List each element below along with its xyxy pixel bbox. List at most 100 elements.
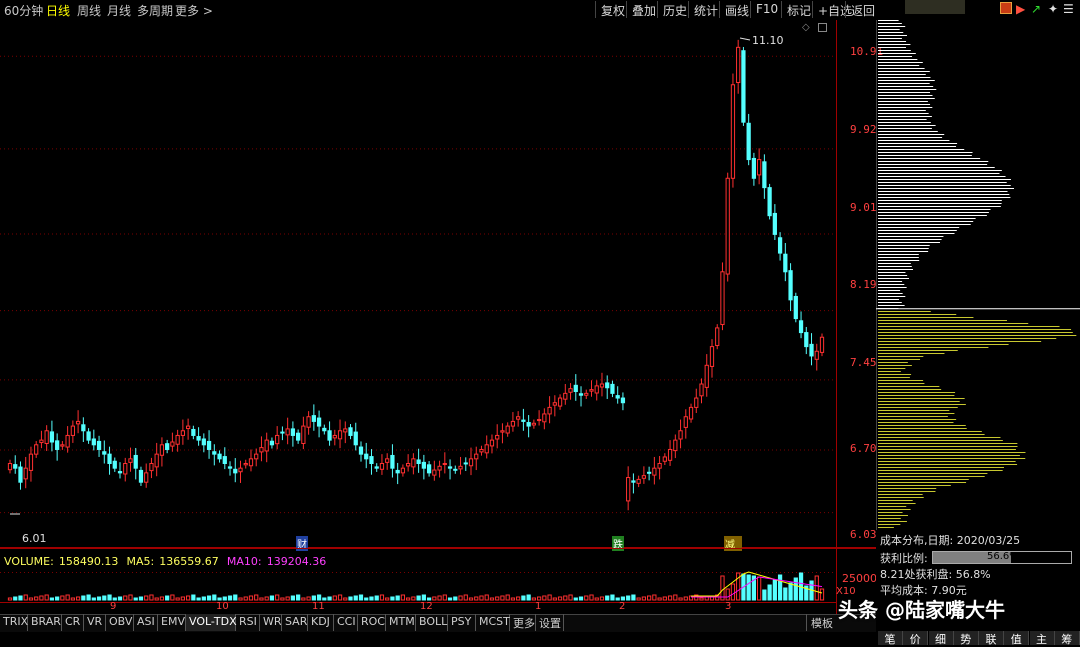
price-tick: 9.92 (850, 123, 877, 136)
volume-bar (657, 597, 662, 601)
volume-bar (280, 597, 285, 601)
candle-body (631, 480, 636, 483)
bottom-tab-detail[interactable]: 细 (928, 631, 954, 646)
candlestick-chart[interactable] (0, 20, 876, 548)
restore-rights-button[interactable]: 复权 (595, 1, 630, 18)
candlestick (248, 449, 254, 472)
diamond-icon[interactable]: ◇ (802, 22, 810, 33)
f10-button[interactable]: F10 (750, 1, 783, 18)
mark-button[interactable]: 标记 (781, 1, 816, 18)
bottom-tab-trades[interactable]: 笔 (878, 631, 903, 646)
bottom-tab-chips[interactable]: 筹 (1054, 631, 1080, 646)
volume-bar (426, 597, 432, 601)
candle-body (275, 434, 280, 445)
candlestick (337, 419, 343, 449)
candlestick (96, 435, 102, 457)
candlestick (411, 453, 416, 475)
volume-bar (652, 594, 657, 601)
indicator-tab-vr[interactable]: VR (84, 614, 106, 631)
indicator-tab-asi[interactable]: ASI (134, 614, 158, 631)
volume-bar (301, 597, 306, 601)
candlestick (222, 447, 227, 470)
bottom-tab-linked[interactable]: 联 (979, 631, 1004, 646)
candle-body (783, 253, 788, 273)
indicator-tab-cci[interactable]: CCI (334, 614, 358, 631)
indicator-tab-voltdx[interactable]: VOL-TDX (186, 614, 237, 631)
arrow-icon[interactable]: ↗ (1031, 2, 1041, 16)
period-more[interactable]: 更多 > (175, 2, 213, 19)
indicator-tab-trix[interactable]: TRIX (0, 614, 28, 631)
draw-line-button[interactable]: 画线 (719, 1, 754, 18)
indicator-tab-more[interactable]: 更多 (510, 614, 536, 631)
indicator-tab-mcst[interactable]: MCST (476, 614, 510, 631)
square-icon[interactable] (818, 23, 827, 32)
candlestick (55, 433, 60, 461)
volume-bar (479, 595, 484, 601)
candle-body (18, 466, 23, 483)
history-button[interactable]: 历史 (657, 1, 692, 18)
volume-bar (767, 584, 772, 601)
candlestick (175, 429, 180, 452)
indicator-tab-mtm[interactable]: MTM (386, 614, 416, 631)
volume-bar (416, 595, 421, 601)
volume-bar (206, 595, 212, 601)
period-monthly[interactable]: 月线 (107, 2, 131, 19)
bottom-tab-main[interactable]: 主 (1029, 631, 1055, 646)
period-multi[interactable]: 多周期 (137, 2, 173, 19)
indicator-tab-roc[interactable]: ROC (358, 614, 386, 631)
overlay-button[interactable]: 叠加 (626, 1, 661, 18)
candle-body (201, 438, 206, 446)
indicator-tab-wr[interactable]: WR (260, 614, 282, 631)
bottom-tab-trend[interactable]: 势 (953, 631, 979, 646)
indicator-tab-emv[interactable]: EMV (158, 614, 186, 631)
candlestick (285, 417, 290, 445)
candle-body (128, 458, 133, 463)
bottom-tab-price[interactable]: 价 (903, 631, 929, 646)
candlestick (374, 463, 379, 472)
candle-body (536, 419, 542, 422)
candle-body (589, 389, 594, 392)
indicator-tab-cr[interactable]: CR (62, 614, 84, 631)
volume-chart[interactable] (0, 548, 876, 614)
statistics-button[interactable]: 统计 (688, 1, 723, 18)
candlestick (720, 262, 725, 331)
bottom-tab-value[interactable]: 值 (1004, 631, 1030, 646)
candlestick (489, 434, 495, 454)
candlestick (44, 425, 49, 451)
candle-body (316, 417, 322, 427)
play-icon[interactable]: ▶ (1016, 2, 1025, 16)
candle-body (191, 428, 196, 436)
candle-body (7, 463, 13, 471)
candle-body (238, 467, 243, 473)
candlestick (117, 462, 123, 479)
period-weekly[interactable]: 周线 (77, 2, 101, 19)
back-button[interactable]: 返回 (845, 1, 880, 18)
candlestick (542, 408, 547, 430)
volume-bar (233, 594, 238, 601)
template-button[interactable]: 模板 (806, 614, 837, 631)
candlestick (657, 456, 662, 480)
candlestick (584, 389, 589, 399)
indicator-tab-boll[interactable]: BOLL (416, 614, 448, 631)
indicator-tab-psy[interactable]: PSY (448, 614, 476, 631)
indicator-tab-obv[interactable]: OBV (106, 614, 134, 631)
indicator-tab-brar[interactable]: BRAR (28, 614, 62, 631)
candle-body (243, 463, 248, 466)
candlestick (673, 434, 678, 459)
indicator-tab-settings[interactable]: 设置 (536, 614, 564, 631)
indicator-tab-sar[interactable]: SAR (282, 614, 308, 631)
volume-bar (180, 596, 186, 601)
flag-icon[interactable] (1000, 2, 1012, 14)
candle-body (573, 384, 578, 392)
candle-body (463, 462, 468, 465)
period-60min[interactable]: 60分钟 (4, 2, 43, 19)
period-daily[interactable]: 日线 (46, 2, 70, 19)
candle-body (390, 454, 395, 469)
candlestick (636, 475, 641, 488)
candlestick (421, 454, 426, 480)
indicator-tab-kdj[interactable]: KDJ (308, 614, 334, 631)
volume-bar (91, 597, 96, 601)
pin-icon[interactable]: ✦ (1048, 2, 1058, 16)
more-icon[interactable]: ☰ (1063, 2, 1074, 16)
indicator-tab-rsi[interactable]: RSI (236, 614, 260, 631)
